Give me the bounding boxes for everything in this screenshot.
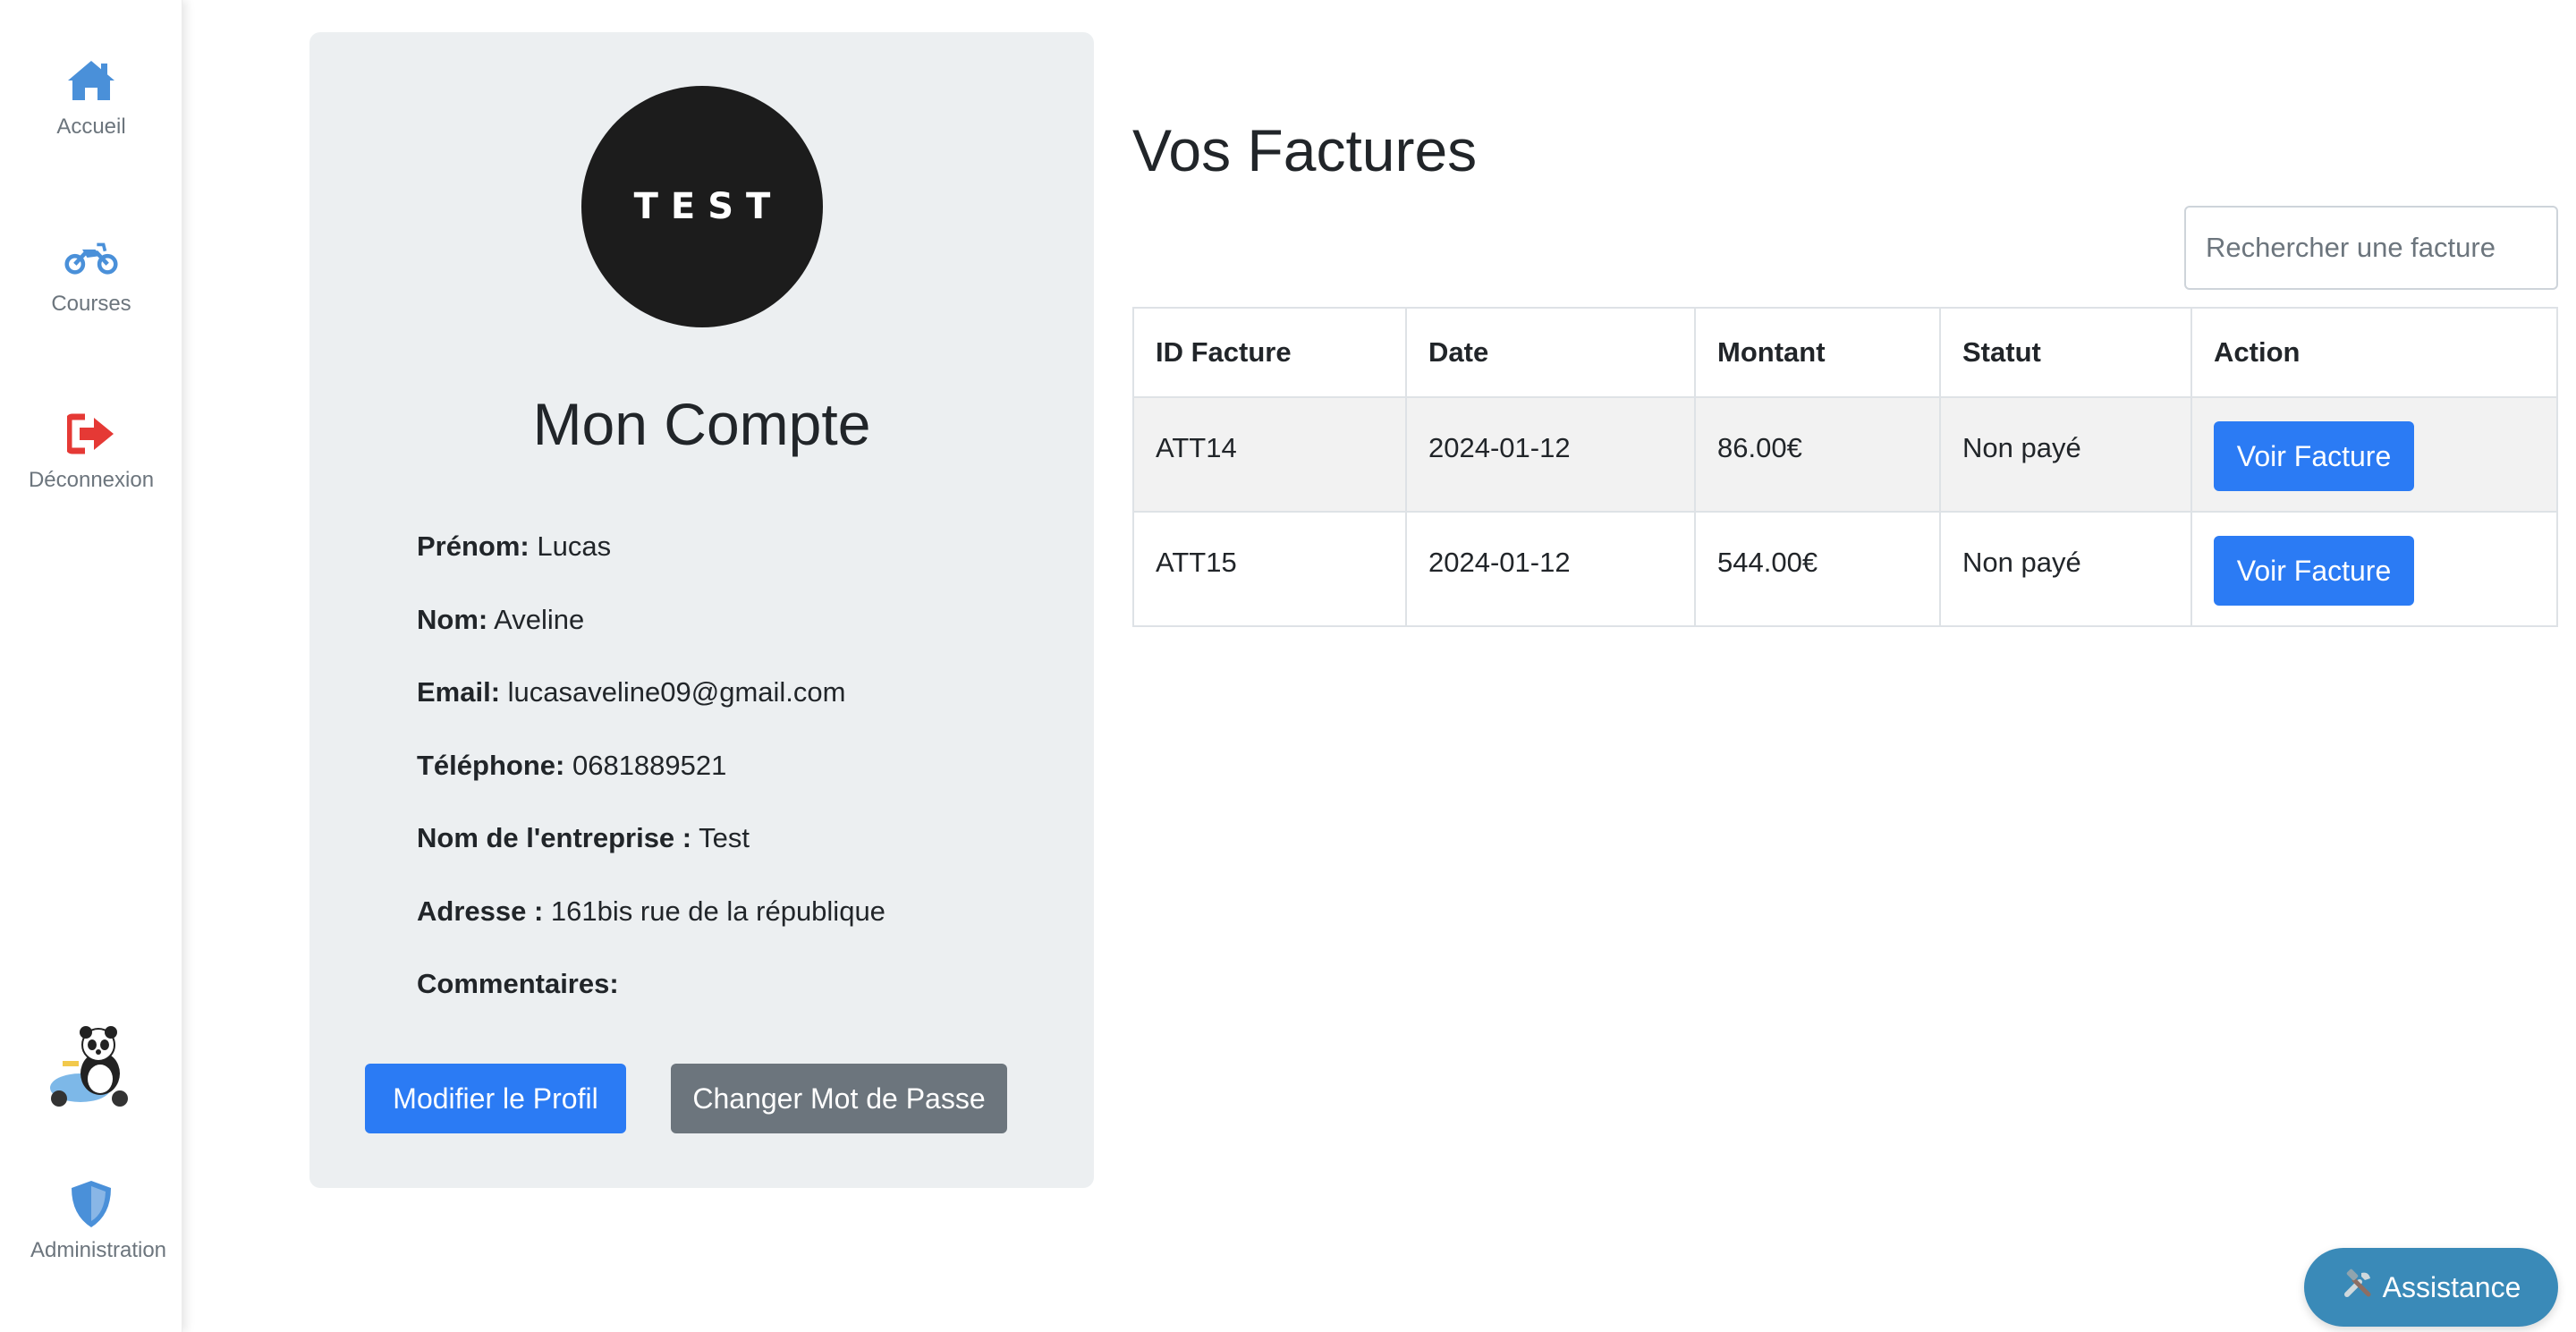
company-logo: TEST <box>581 86 823 327</box>
column-header: Montant <box>1694 307 1941 398</box>
panda-scooter-icon <box>45 1020 138 1114</box>
field-label: Email: <box>417 676 501 708</box>
field-commentaires: Commentaires: <box>417 966 886 1039</box>
assistance-button[interactable]: Assistance <box>2304 1248 2558 1327</box>
home-icon <box>64 55 118 106</box>
view-invoice-button[interactable]: Voir Facture <box>2214 536 2414 606</box>
profile-info-list: Prénom: Lucas Nom: Aveline Email: lucasa… <box>417 529 886 1039</box>
page: Accueil Courses Déconnexion Administrati… <box>0 0 2576 1332</box>
tools-icon <box>2342 1268 2374 1307</box>
invoice-search-input[interactable] <box>2184 206 2558 290</box>
invoice-amount: 86.00€ <box>1694 396 1941 513</box>
profile-title: Mon Compte <box>532 391 871 457</box>
view-invoice-button[interactable]: Voir Facture <box>2214 421 2414 491</box>
sidebar-item-label: Accueil <box>56 115 126 139</box>
change-password-button[interactable]: Changer Mot de Passe <box>671 1064 1007 1133</box>
field-label: Téléphone: <box>417 749 565 781</box>
invoices-title: Vos Factures <box>1132 117 1478 183</box>
field-label: Nom: <box>417 603 488 635</box>
assistance-label: Assistance <box>2382 1270 2521 1303</box>
field-adresse: Adresse : 161bis rue de la république <box>417 894 886 967</box>
sidebar-item-courses[interactable]: Courses <box>0 233 182 317</box>
sidebar-item-label: Administration <box>30 1238 167 1262</box>
invoice-action-cell: Voir Facture <box>2190 396 2558 513</box>
sidebar-item-accueil[interactable]: Accueil <box>0 55 182 140</box>
column-header: ID Facture <box>1132 307 1407 398</box>
field-label: Adresse : <box>417 895 544 927</box>
field-value: 0681889521 <box>572 749 727 781</box>
edit-profile-button[interactable]: Modifier le Profil <box>365 1064 626 1133</box>
sidebar-item-deconnexion[interactable]: Déconnexion <box>0 409 182 493</box>
sidebar-item-label: Courses <box>51 292 131 316</box>
invoice-id: ATT15 <box>1132 511 1407 627</box>
field-label: Prénom: <box>417 530 530 562</box>
logo-text: TEST <box>633 186 784 227</box>
profile-card: TEST Mon Compte Prénom: Lucas Nom: Aveli… <box>309 32 1094 1188</box>
table-header-row: ID Facture Date Montant Statut Action <box>1132 307 2558 398</box>
column-header: Statut <box>1939 307 2192 398</box>
invoice-action-cell: Voir Facture <box>2190 511 2558 627</box>
sidebar: Accueil Courses Déconnexion Administrati… <box>0 0 182 1332</box>
field-telephone: Téléphone: 0681889521 <box>417 748 886 821</box>
mascot-logo <box>0 1020 182 1114</box>
invoices-table: ID Facture Date Montant Statut Action AT… <box>1132 307 2558 627</box>
invoice-status: Non payé <box>1939 511 2192 627</box>
field-value: lucasaveline09@gmail.com <box>507 676 846 708</box>
field-label: Commentaires: <box>417 968 619 999</box>
motorcycle-icon <box>64 233 118 283</box>
field-value: Lucas <box>537 530 612 562</box>
logout-icon <box>64 409 118 459</box>
field-value: 161bis rue de la république <box>550 895 886 927</box>
table-row: ATT14 2024-01-12 86.00€ Non payé Voir Fa… <box>1132 396 2558 513</box>
column-header: Action <box>2190 307 2558 398</box>
column-header: Date <box>1405 307 1696 398</box>
invoice-amount: 544.00€ <box>1694 511 1941 627</box>
field-label: Nom de l'entreprise : <box>417 822 692 853</box>
field-entreprise: Nom de l'entreprise : Test <box>417 820 886 894</box>
invoice-id: ATT14 <box>1132 396 1407 513</box>
invoice-date: 2024-01-12 <box>1405 396 1696 513</box>
invoice-date: 2024-01-12 <box>1405 511 1696 627</box>
field-value: Aveline <box>494 603 585 635</box>
field-nom: Nom: Aveline <box>417 602 886 675</box>
field-value: Test <box>699 822 750 853</box>
table-row: ATT15 2024-01-12 544.00€ Non payé Voir F… <box>1132 511 2558 627</box>
sidebar-item-label: Déconnexion <box>28 468 155 492</box>
field-email: Email: lucasaveline09@gmail.com <box>417 674 886 748</box>
invoice-status: Non payé <box>1939 396 2192 513</box>
field-prenom: Prénom: Lucas <box>417 529 886 602</box>
sidebar-item-administration[interactable]: Administration <box>0 1179 182 1263</box>
shield-icon <box>64 1179 118 1229</box>
